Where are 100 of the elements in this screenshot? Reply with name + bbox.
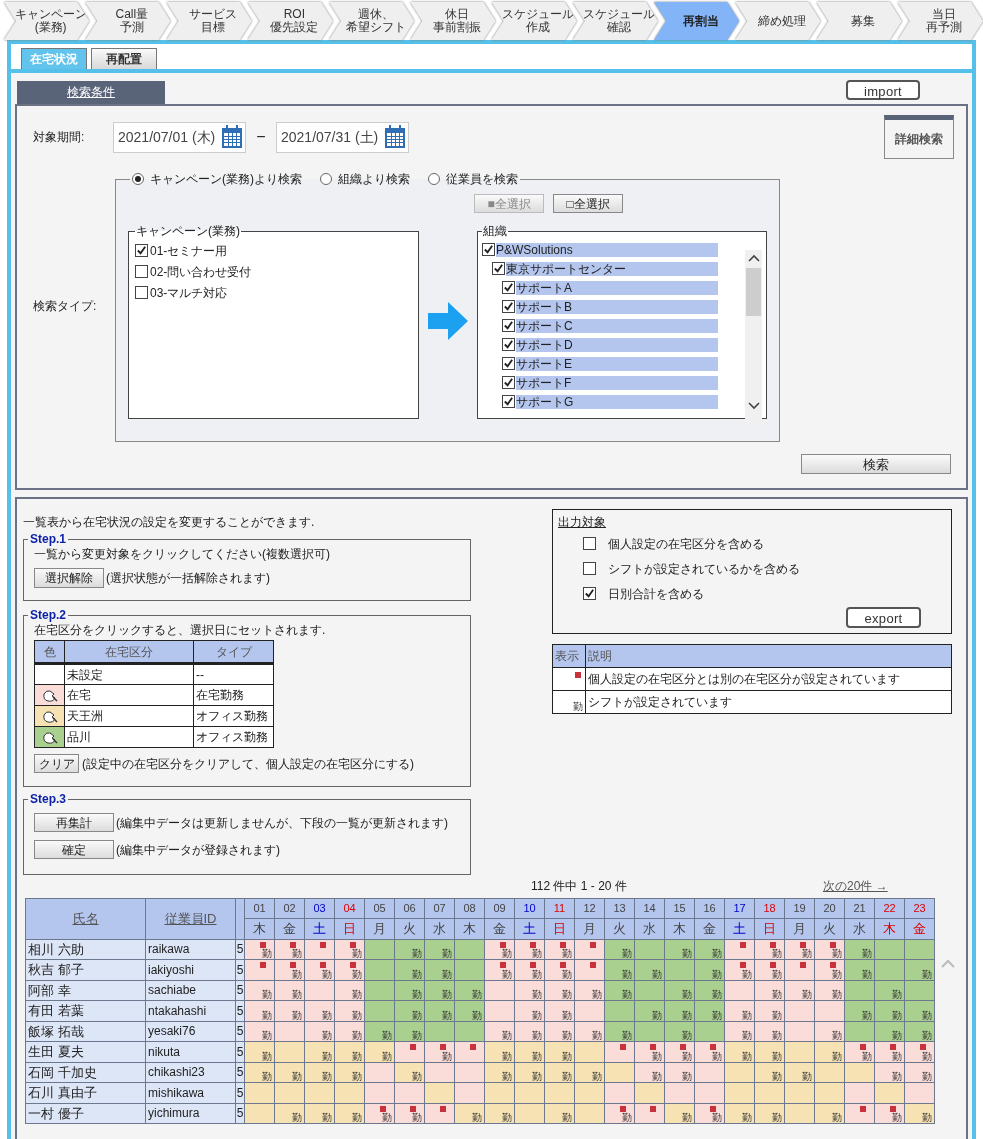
search-type-label: 検索タイプ: <box>32 298 98 315</box>
checkbox[interactable] <box>482 243 495 256</box>
count-cell: 5 <box>235 1062 245 1083</box>
organization-item[interactable]: サポートG <box>516 394 718 409</box>
column-header[interactable]: 氏名 <box>25 898 146 939</box>
zone-name[interactable]: 在宅 <box>64 684 194 706</box>
date-field[interactable]: 2021/07/31 (土) <box>276 121 409 153</box>
deselect-all-button[interactable]: □全選択 <box>553 194 623 213</box>
campaign-item[interactable]: 02-問い合わせ受付 <box>150 262 252 281</box>
employee-name[interactable]: 阿部 幸 <box>25 980 146 1001</box>
employee-name[interactable]: 秋吉 郁子 <box>25 959 146 980</box>
column-header: 説明 <box>585 644 952 668</box>
scrollbar[interactable] <box>745 250 762 426</box>
organization-item[interactable]: サポートA <box>516 280 718 295</box>
next-page-link[interactable]: 次の20件 → <box>823 877 888 893</box>
zone-name[interactable]: 天王洲 <box>64 705 194 727</box>
shift-symbol: 勤 <box>412 949 422 959</box>
organization-item[interactable]: サポートB <box>516 299 718 314</box>
checkbox[interactable] <box>502 300 515 313</box>
zone-color-swatch[interactable] <box>34 663 65 685</box>
checkbox[interactable] <box>583 562 596 575</box>
weekday-header: 火 <box>604 918 635 939</box>
detail-search-button[interactable]: 詳細検索 <box>884 115 954 159</box>
employee-name[interactable]: 飯塚 拓哉 <box>25 1021 146 1042</box>
nav-tab[interactable]: スケジュール 確認 <box>572 2 658 40</box>
employee-name[interactable]: 生田 夏夫 <box>25 1041 146 1062</box>
checkbox[interactable] <box>583 537 596 550</box>
employee-name[interactable]: 有田 若葉 <box>25 1000 146 1021</box>
changed-mark <box>260 962 266 968</box>
checkbox[interactable] <box>492 262 505 275</box>
scroll-up-icon[interactable] <box>747 254 760 262</box>
nav-tab[interactable]: スケジュール 作成 <box>491 2 577 40</box>
radio-button[interactable] <box>132 173 144 185</box>
checkbox[interactable] <box>502 338 515 351</box>
radio-button[interactable] <box>320 173 332 185</box>
nav-tab[interactable]: 休日 事前割振 <box>410 2 496 40</box>
date-field[interactable]: 2021/07/01 (木) <box>113 121 246 153</box>
zone-name[interactable]: 品川 <box>64 726 194 748</box>
radio-label[interactable]: 従業員を検索 <box>446 170 518 188</box>
nav-tab[interactable]: 当日 再予測 <box>897 2 983 40</box>
shift-symbol: 勤 <box>352 1072 362 1082</box>
checkbox[interactable] <box>135 244 148 257</box>
zone-color-swatch[interactable] <box>34 726 65 748</box>
clear-button[interactable]: クリア <box>34 754 79 773</box>
scroll-down-icon[interactable] <box>747 402 760 410</box>
column-header[interactable]: 従業員ID <box>145 898 236 939</box>
zone-name[interactable]: 未設定 <box>64 663 194 685</box>
nav-tab[interactable]: Call量 予測 <box>85 2 171 40</box>
panel-header-tab[interactable]: 検索条件 <box>17 81 165 104</box>
shift-symbol: 勤 <box>352 1051 362 1062</box>
employee-name[interactable]: 相川 六助 <box>25 939 146 960</box>
organization-item[interactable]: サポートF <box>516 375 718 390</box>
checkbox[interactable] <box>135 286 148 299</box>
checkbox[interactable] <box>502 357 515 370</box>
option-label[interactable]: 日別合計を含める <box>608 584 704 603</box>
import-button[interactable]: import <box>846 80 920 100</box>
campaign-item[interactable]: 01-セミナー用 <box>150 241 228 260</box>
nav-tab[interactable]: 週休、 希望シフト <box>329 2 415 40</box>
employee-name[interactable]: 石岡 千加史 <box>25 1062 146 1083</box>
zone-color-swatch[interactable] <box>34 684 65 706</box>
calendar-icon[interactable] <box>221 125 243 149</box>
employee-name[interactable]: 石川 真由子 <box>25 1082 146 1103</box>
action-button[interactable]: 確定 <box>34 840 114 859</box>
action-button[interactable]: 再集計 <box>34 813 114 832</box>
radio-label[interactable]: キャンペーン(業務)より検索 <box>150 170 302 188</box>
export-button[interactable]: export <box>846 607 921 628</box>
organization-item[interactable]: P&WSolutions <box>496 242 718 257</box>
search-button[interactable]: 検索 <box>801 454 951 474</box>
checkbox[interactable] <box>502 281 515 294</box>
day-header: 07 <box>424 898 455 919</box>
nav-tab[interactable]: ROI 優先設定 <box>247 2 333 40</box>
zone-color-swatch[interactable] <box>34 705 65 727</box>
nav-tab[interactable]: 再割当 <box>654 2 740 40</box>
sub-tab[interactable]: 再配置 <box>91 48 157 69</box>
organization-item[interactable]: サポートC <box>516 318 718 333</box>
shift-symbol: 勤 <box>502 949 512 959</box>
nav-tab[interactable]: サービス 目標 <box>166 2 252 40</box>
clear-selection-button[interactable]: 選択解除 <box>34 568 104 588</box>
checkbox[interactable] <box>502 395 515 408</box>
scrollbar-thumb[interactable] <box>746 268 761 316</box>
checkbox[interactable] <box>583 587 596 600</box>
radio-button[interactable] <box>428 173 440 185</box>
shift-symbol: 勤 <box>772 1072 782 1082</box>
checkbox[interactable] <box>502 376 515 389</box>
nav-tab[interactable]: 締め処理 <box>735 2 821 40</box>
campaign-item[interactable]: 03-マルチ対応 <box>150 283 228 302</box>
checkbox[interactable] <box>502 319 515 332</box>
calendar-icon[interactable] <box>384 125 406 149</box>
option-label[interactable]: 個人設定の在宅区分を含める <box>608 534 764 553</box>
organization-item[interactable]: サポートE <box>516 356 718 371</box>
shift-symbol: 勤 <box>382 1113 392 1123</box>
shift-symbol: 勤 <box>742 1031 752 1041</box>
employee-name[interactable]: 一村 優子 <box>25 1103 146 1124</box>
nav-tab[interactable]: 募集 <box>816 2 902 40</box>
radio-label[interactable]: 組織より検索 <box>338 170 410 188</box>
organization-item[interactable]: 東京サポートセンター <box>506 261 718 276</box>
shift-symbol: 勤 <box>412 1031 422 1041</box>
checkbox[interactable] <box>135 265 148 278</box>
option-label[interactable]: シフトが設定されているかを含める <box>608 559 800 578</box>
organization-item[interactable]: サポートD <box>516 337 718 352</box>
